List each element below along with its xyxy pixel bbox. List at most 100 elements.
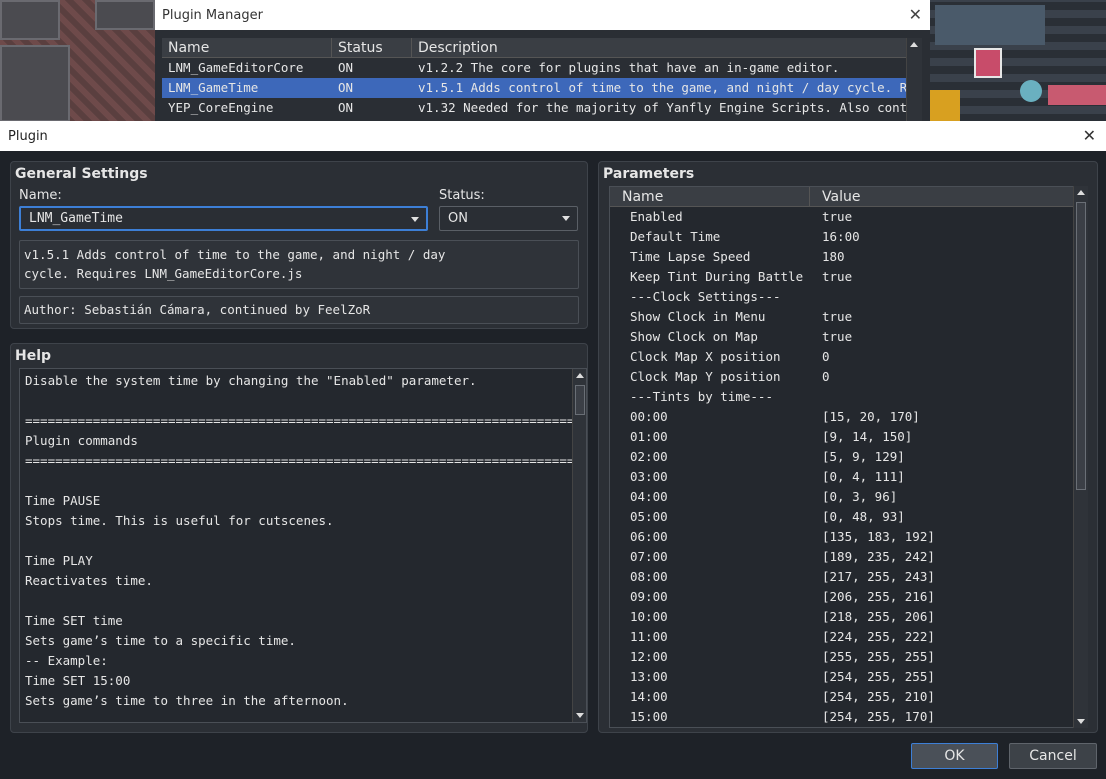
help-text: Disable the system time by changing the … (25, 373, 587, 708)
parameter-value: [15, 20, 170] (822, 409, 920, 424)
column-header-description[interactable]: Description (412, 38, 907, 57)
scroll-thumb[interactable] (1076, 202, 1086, 490)
table-row[interactable]: 00:00 [15, 20, 170] (610, 407, 1083, 427)
parameter-value: 16:00 (822, 229, 860, 244)
table-row[interactable]: 12:00 [255, 255, 255] (610, 647, 1083, 667)
scroll-down-icon[interactable] (1077, 719, 1085, 724)
scroll-down-icon[interactable] (576, 713, 584, 718)
table-row[interactable]: Show Clock in Menu true (610, 307, 1083, 327)
plugin-dialog-title: Plugin (8, 128, 48, 144)
parameter-value (810, 287, 1070, 307)
table-row[interactable]: Enabled true (610, 207, 1083, 227)
parameter-name: 01:00 (630, 429, 668, 444)
table-row[interactable]: ---Clock Settings--- (610, 287, 1083, 307)
help-group: Help Disable the system time by changing… (10, 343, 588, 733)
parameter-name: 11:00 (630, 629, 668, 644)
table-row[interactable]: 15:00 [254, 255, 170] (610, 707, 1083, 727)
table-row[interactable]: LNM_GameEditorCore ON v1.2.2 The core fo… (162, 58, 907, 78)
column-header-status[interactable]: Status (332, 38, 412, 57)
parameter-name: 05:00 (630, 509, 668, 524)
plugin-status: ON (338, 60, 354, 75)
column-header-value[interactable]: Value (810, 187, 1070, 206)
column-header-name[interactable]: Name (162, 38, 332, 57)
parameter-value: true (822, 269, 853, 284)
parameter-value: true (822, 329, 853, 344)
plugin-status: ON (338, 80, 354, 95)
scroll-up-icon[interactable] (1077, 190, 1085, 195)
table-row[interactable]: 08:00 [217, 255, 243] (610, 567, 1083, 587)
column-header-name[interactable]: Name (610, 187, 810, 206)
scroll-thumb[interactable] (575, 385, 585, 415)
plugin-dialog-titlebar: Plugin ✕ (0, 121, 1106, 151)
parameters-scrollbar[interactable] (1073, 186, 1088, 728)
table-row[interactable]: Clock Map Y position 0 (610, 367, 1083, 387)
parameter-name: 02:00 (630, 449, 668, 464)
table-row[interactable]: 07:00 [189, 235, 242] (610, 547, 1083, 567)
plugin-manager-titlebar: Plugin Manager ✕ (155, 0, 930, 30)
table-row[interactable]: Keep Tint During Battle true (610, 267, 1083, 287)
help-scrollbar[interactable] (572, 369, 586, 722)
parameter-name: 12:00 (630, 649, 668, 664)
scroll-up-icon[interactable] (576, 373, 584, 378)
parameter-name: 06:00 (630, 529, 668, 544)
table-row[interactable]: 05:00 [0, 48, 93] (610, 507, 1083, 527)
parameter-name: 10:00 (630, 609, 668, 624)
parameter-value: 0 (822, 369, 830, 384)
table-row[interactable]: Show Clock on Map true (610, 327, 1083, 347)
parameter-value: [254, 255, 255] (822, 669, 935, 684)
parameter-name: Default Time (630, 229, 721, 244)
chevron-down-icon (411, 217, 419, 222)
table-row[interactable]: 01:00 [9, 14, 150] (610, 427, 1083, 447)
plugin-list-table: Name Status Description LNM_GameEditorCo… (162, 38, 907, 118)
plugin-description-box: v1.5.1 Adds control of time to the game,… (19, 240, 579, 289)
table-row[interactable]: ---Tints by time--- (610, 387, 1083, 407)
table-row[interactable]: 02:00 [5, 9, 129] (610, 447, 1083, 467)
parameter-value: [255, 255, 255] (822, 649, 935, 664)
close-icon[interactable]: ✕ (1083, 126, 1096, 145)
parameter-value: [217, 255, 243] (822, 569, 935, 584)
parameters-header: Name Value (610, 187, 1083, 207)
table-row[interactable]: 03:00 [0, 4, 111] (610, 467, 1083, 487)
table-row[interactable]: 10:00 [218, 255, 206] (610, 607, 1083, 627)
help-title: Help (15, 348, 52, 364)
table-row[interactable]: 14:00 [254, 255, 210] (610, 687, 1083, 707)
table-row[interactable]: 13:00 [254, 255, 255] (610, 667, 1083, 687)
general-settings-title: General Settings (15, 166, 148, 182)
table-row[interactable]: 09:00 [206, 255, 216] (610, 587, 1083, 607)
table-row[interactable]: 06:00 [135, 183, 192] (610, 527, 1083, 547)
close-icon[interactable]: ✕ (909, 5, 922, 24)
parameter-value: [224, 255, 222] (822, 629, 935, 644)
parameter-value: [0, 3, 96] (822, 489, 898, 504)
parameter-name: Clock Map X position (630, 349, 781, 364)
help-text-area[interactable]: Disable the system time by changing the … (19, 368, 587, 723)
status-label: Status: (439, 188, 485, 203)
table-row[interactable]: 11:00 [224, 255, 222] (610, 627, 1083, 647)
status-value: ON (448, 211, 468, 226)
plugin-name: YEP_CoreEngine (168, 100, 274, 115)
parameter-name: Show Clock on Map (630, 329, 758, 344)
ok-button[interactable]: OK (911, 743, 998, 769)
table-row[interactable]: 04:00 [0, 3, 96] (610, 487, 1083, 507)
parameter-value: [5, 9, 129] (822, 449, 905, 464)
table-row[interactable]: YEP_CoreEngine ON v1.32 Needed for the m… (162, 98, 907, 118)
table-row[interactable]: Time Lapse Speed 180 (610, 247, 1083, 267)
parameter-value: [189, 235, 242] (822, 549, 935, 564)
plugin-manager-window: Plugin Manager ✕ Name Status Description… (155, 0, 930, 122)
table-row-selected[interactable]: LNM_GameTime ON v1.5.1 Adds control of t… (162, 78, 907, 98)
table-row[interactable]: Default Time 16:00 (610, 227, 1083, 247)
parameter-value: [0, 4, 111] (822, 469, 905, 484)
status-select[interactable]: ON (439, 206, 578, 231)
table-row[interactable]: Clock Map X position 0 (610, 347, 1083, 367)
plugin-list-scrollbar[interactable] (906, 38, 922, 122)
parameter-name: 08:00 (630, 569, 668, 584)
parameter-name: 03:00 (630, 469, 668, 484)
plugin-name-select[interactable]: LNM_GameTime (19, 206, 428, 231)
parameter-name: 09:00 (630, 589, 668, 604)
parameter-name: Clock Map Y position (630, 369, 781, 384)
scroll-up-icon[interactable] (910, 42, 918, 47)
parameter-name: 15:00 (630, 709, 668, 724)
game-map-background-right (930, 0, 1106, 122)
parameter-value: [206, 255, 216] (822, 589, 935, 604)
chevron-down-icon (562, 216, 570, 221)
cancel-button[interactable]: Cancel (1009, 743, 1097, 769)
